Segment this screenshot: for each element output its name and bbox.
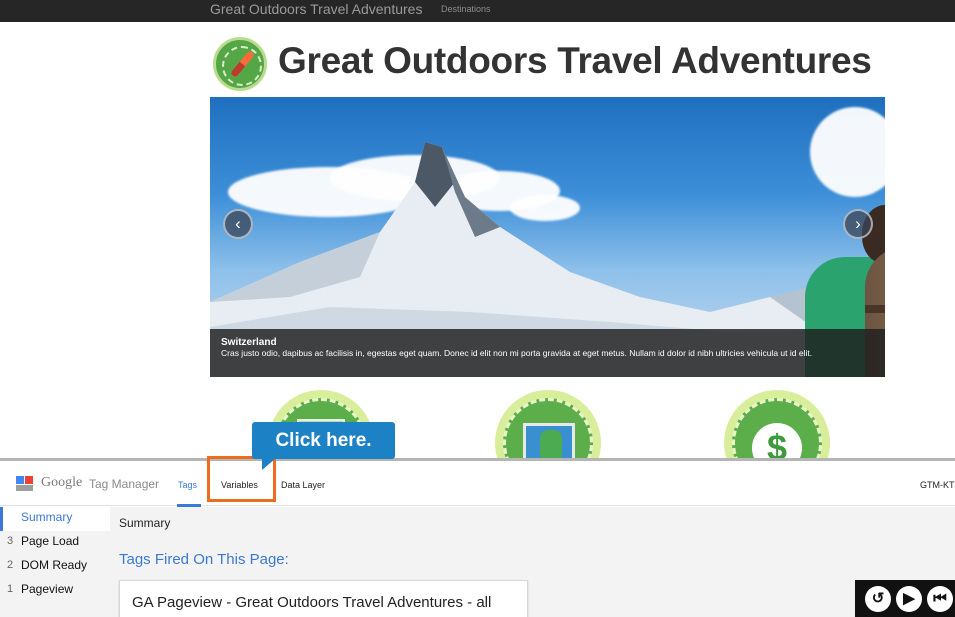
carousel-next-button[interactable]: › bbox=[843, 209, 873, 239]
skip-back-button[interactable]: ⏮ bbox=[927, 586, 953, 612]
play-button[interactable]: ▶ bbox=[896, 586, 922, 612]
play-icon: ▶ bbox=[903, 590, 915, 607]
event-number: 2 bbox=[7, 559, 14, 571]
navbar-brand[interactable]: Great Outdoors Travel Adventures bbox=[210, 1, 422, 17]
site-title: Great Outdoors Travel Adventures bbox=[278, 40, 872, 81]
carousel-prev-button[interactable]: ‹ bbox=[223, 209, 253, 239]
gtm-debug-panel: Google Tag Manager Tags Variables Data L… bbox=[0, 458, 955, 617]
carousel-caption: Switzerland Cras justo odio, dapibus ac … bbox=[210, 329, 885, 377]
event-number: 1 bbox=[7, 583, 14, 595]
gtm-main-content: Summary Tags Fired On This Page: GA Page… bbox=[110, 507, 955, 617]
sidebar-item-label: Summary bbox=[21, 510, 73, 524]
gtm-sidebar: Summary 3 Page Load 2 DOM Ready 1 Pagevi… bbox=[0, 507, 110, 617]
tag-manager-logo-icon bbox=[16, 476, 36, 492]
hero-carousel: ‹ › Switzerland Cras justo odio, dapibus… bbox=[210, 97, 885, 377]
sidebar-item-dom-ready[interactable]: 2 DOM Ready bbox=[0, 555, 110, 579]
caption-text: Cras justo odio, dapibus ac facilisis in… bbox=[221, 348, 813, 358]
tab-data-layer[interactable]: Data Layer bbox=[281, 480, 325, 490]
top-navbar: Great Outdoors Travel Adventures Destina… bbox=[0, 0, 955, 22]
sidebar-item-summary[interactable]: Summary bbox=[0, 507, 110, 531]
replay-button[interactable]: ↺ bbox=[865, 586, 891, 612]
compass-icon bbox=[213, 37, 267, 91]
gtm-header: Google Tag Manager Tags Variables Data L… bbox=[0, 461, 955, 507]
chevron-right-icon: › bbox=[855, 214, 861, 233]
page: Great Outdoors Travel Adventures Destina… bbox=[0, 0, 955, 617]
nav-link-destinations[interactable]: Destinations bbox=[441, 4, 491, 14]
sidebar-item-pageview[interactable]: 1 Pageview bbox=[0, 579, 110, 603]
main-title: Summary bbox=[119, 516, 171, 530]
product-name: Tag Manager bbox=[89, 477, 160, 491]
tab-tags[interactable]: Tags bbox=[176, 480, 202, 507]
tutorial-callout: Click here. bbox=[252, 422, 395, 470]
sidebar-item-label: Page Load bbox=[21, 534, 80, 548]
sidebar-item-label: DOM Ready bbox=[21, 558, 88, 572]
fired-tag-name: GA Pageview - Great Outdoors Travel Adve… bbox=[132, 594, 492, 611]
replay-icon: ↺ bbox=[871, 590, 885, 607]
google-wordmark: Google bbox=[41, 475, 83, 490]
skip-back-icon: ⏮ bbox=[933, 590, 947, 607]
fired-tag-card[interactable]: GA Pageview - Great Outdoors Travel Adve… bbox=[119, 580, 528, 617]
sidebar-item-label: Pageview bbox=[21, 582, 74, 596]
chevron-left-icon: ‹ bbox=[235, 214, 241, 233]
sidebar-item-page-load[interactable]: 3 Page Load bbox=[0, 531, 110, 555]
container-id: GTM-KT bbox=[920, 480, 955, 490]
tutorial-player-controls: ↺ ▶ ⏮ bbox=[855, 580, 955, 617]
fired-tags-heading: Tags Fired On This Page: bbox=[119, 551, 289, 568]
event-number: 3 bbox=[7, 535, 14, 547]
